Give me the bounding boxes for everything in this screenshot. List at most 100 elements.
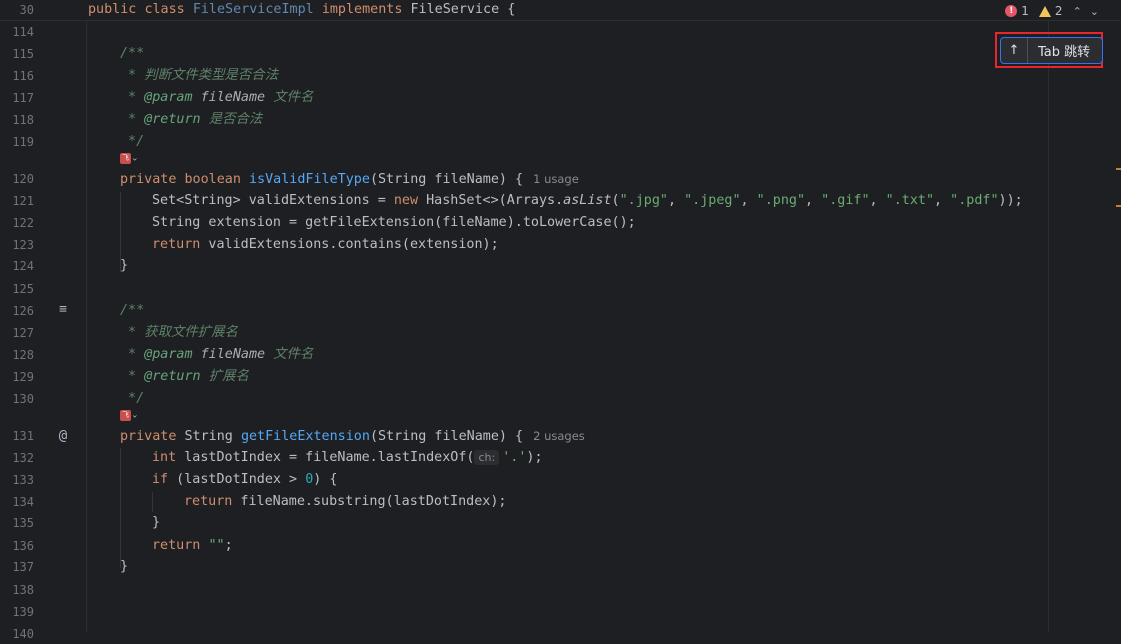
doc-param: fileName xyxy=(200,347,266,362)
code-text: , xyxy=(740,193,757,208)
keyword: private xyxy=(120,172,177,187)
string-literal: ".jpeg" xyxy=(684,193,741,208)
code-line[interactable]: * 判断文件类型是否合法 xyxy=(120,66,278,86)
code-text: String extension = getFileExtension(file… xyxy=(152,215,636,230)
brace: } xyxy=(120,559,129,574)
code-line[interactable]: */ xyxy=(120,389,144,409)
line-number: 122 xyxy=(12,216,34,230)
chevron-down-icon[interactable]: ⌄ xyxy=(1090,5,1099,18)
error-icon: ! xyxy=(1005,5,1018,17)
keyword: public xyxy=(88,2,137,17)
line-number: 134 xyxy=(12,495,34,509)
ai-badge-icon: 飞 xyxy=(120,153,131,164)
code-line[interactable]: private String getFileExtension(String f… xyxy=(120,426,585,446)
method-params: (String fileName) { xyxy=(369,172,524,187)
keyword: int xyxy=(152,450,177,465)
code-text: Set<String> validExtensions = xyxy=(152,193,394,208)
usage-hint[interactable]: 1 usage xyxy=(533,172,579,186)
line-number: 127 xyxy=(12,326,34,340)
warning-marker[interactable] xyxy=(1116,205,1121,207)
code-line[interactable]: * 获取文件扩展名 xyxy=(120,323,238,343)
method-params: (String fileName) { xyxy=(369,429,524,444)
doc-comment: */ xyxy=(120,391,145,406)
structure-icon[interactable]: ≡ xyxy=(54,301,72,319)
line-number: 119 xyxy=(12,135,34,149)
keyword: return xyxy=(152,538,201,553)
code-text: ); xyxy=(526,450,543,465)
code-line[interactable]: String extension = getFileExtension(file… xyxy=(152,213,636,233)
code-line[interactable]: /** xyxy=(120,301,144,321)
code-text: ; xyxy=(224,538,233,553)
code-line[interactable]: int lastDotIndex = fileName.lastIndexOf(… xyxy=(152,448,543,468)
code-line[interactable]: } xyxy=(120,256,128,276)
string-literal: ".jpg" xyxy=(619,193,668,208)
code-text: , xyxy=(667,193,685,208)
doc-tag: @param xyxy=(144,347,193,362)
code-line[interactable]: Set<String> validExtensions = new HashSe… xyxy=(152,191,1023,211)
doc-comment: /** xyxy=(120,303,145,318)
doc-comment: 文件名 xyxy=(273,90,314,105)
code-line[interactable]: * @param fileName 文件名 xyxy=(120,345,313,365)
doc-comment: 文件名 xyxy=(273,347,314,362)
warning-count: 2 xyxy=(1054,4,1063,18)
tab-jump-button[interactable]: ↑ Tab 跳转 xyxy=(1000,37,1103,64)
code-line[interactable]: } xyxy=(152,513,160,533)
doc-comment: /** xyxy=(120,46,145,61)
method-name: getFileExtension xyxy=(240,429,370,444)
code-text: HashSet<>(Arrays. xyxy=(418,193,564,208)
code-line[interactable]: return ""; xyxy=(152,536,233,556)
doc-comment: 是否合法 xyxy=(208,112,263,127)
doc-comment: * xyxy=(120,90,145,105)
char-literal: '.' xyxy=(502,450,527,465)
line-number: 139 xyxy=(12,605,34,619)
arrow-up-icon: ↑ xyxy=(1001,38,1028,63)
doc-tag: @return xyxy=(144,112,201,127)
code-line[interactable]: return fileName.substring(lastDotIndex); xyxy=(184,492,506,512)
line-number: 137 xyxy=(12,560,34,574)
keyword: private xyxy=(120,429,177,444)
brace: } xyxy=(152,515,161,530)
keyword: class xyxy=(144,2,185,17)
line-number: 123 xyxy=(12,238,34,252)
code-line[interactable]: * @return 扩展名 xyxy=(120,367,249,387)
keyword: if xyxy=(152,472,169,487)
line-number: 120 xyxy=(12,172,34,186)
method-name: isValidFileType xyxy=(249,172,370,187)
keyword: return xyxy=(152,237,201,252)
chevron-down-icon: ⌄ xyxy=(131,153,139,164)
line-number: 140 xyxy=(12,627,34,641)
code-line[interactable]: if (lastDotIndex > 0) { xyxy=(152,470,337,490)
code-text: , xyxy=(805,193,822,208)
keyword: implements xyxy=(321,2,403,17)
tab-jump-label: Tab 跳转 xyxy=(1038,45,1091,60)
chevron-down-icon: ⌄ xyxy=(131,410,139,421)
doc-comment: */ xyxy=(120,134,145,149)
interface-name: FileService xyxy=(410,2,500,17)
code-line[interactable]: } xyxy=(120,557,128,577)
sticky-class-header[interactable]: 30 public class FileServiceImpl implemen… xyxy=(0,0,1121,21)
line-number: 124 xyxy=(12,259,34,273)
ai-assistant-badge[interactable]: 飞 ⌄ xyxy=(120,153,144,167)
sticky-code[interactable]: public class FileServiceImpl implements … xyxy=(88,0,515,20)
right-margin-guide xyxy=(1048,20,1049,632)
chevron-up-icon[interactable]: ⌃ xyxy=(1073,5,1082,18)
brace: } xyxy=(120,258,129,273)
ai-badge-icon: 飞 xyxy=(120,410,131,421)
line-number: 131 xyxy=(12,429,34,443)
line-number: 136 xyxy=(12,539,34,553)
code-line[interactable]: * @return 是否合法 xyxy=(120,110,262,130)
warning-icon xyxy=(1038,5,1051,17)
code-line[interactable]: return validExtensions.contains(extensio… xyxy=(152,235,499,255)
code-line[interactable]: private boolean isValidFileType(String f… xyxy=(120,169,579,189)
parameter-hint: ch: xyxy=(474,450,500,465)
usage-hint[interactable]: 2 usages xyxy=(533,429,585,443)
override-icon[interactable]: @ xyxy=(54,427,72,445)
inspection-status[interactable]: ! 1 2 ⌃ ⌄ xyxy=(1005,2,1099,20)
ai-assistant-badge[interactable]: 飞 ⌄ xyxy=(120,410,144,424)
code-line[interactable]: */ xyxy=(120,132,144,152)
code-line[interactable]: /** xyxy=(120,44,144,64)
line-number: 114 xyxy=(12,25,34,39)
code-line[interactable]: * @param fileName 文件名 xyxy=(120,88,313,108)
warning-marker[interactable] xyxy=(1116,168,1121,170)
line-number: 130 xyxy=(12,392,34,406)
